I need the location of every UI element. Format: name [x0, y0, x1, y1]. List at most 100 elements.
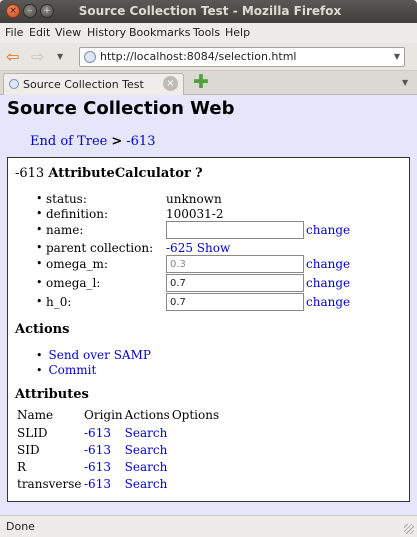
url-bar[interactable]: http://localhost:8084/selection.html ▼ — [79, 47, 405, 67]
row-search-link[interactable]: Search — [125, 460, 168, 474]
attr-omega-l: • omega_l: change — [36, 274, 406, 294]
col-options-header: Options — [171, 408, 220, 422]
tab-globe-icon — [9, 79, 19, 89]
menu-file[interactable]: File — [5, 26, 23, 39]
minimize-window-button[interactable]: – — [23, 4, 37, 18]
url-dropdown-icon[interactable]: ▼ — [394, 52, 400, 61]
page-title: Source Collection Web — [7, 98, 235, 119]
menu-history[interactable]: History — [87, 26, 126, 39]
attr-key: omega_m: — [46, 257, 108, 271]
page-content: Source Collection Web End of Tree > -613 -… — [0, 95, 417, 515]
change-h0-link[interactable]: change — [306, 295, 350, 309]
maximize-window-button[interactable]: + — [40, 4, 54, 18]
row-origin-link[interactable]: -613 — [84, 443, 111, 457]
menu-help[interactable]: Help — [225, 26, 250, 39]
table-row: R -613 Search — [17, 458, 221, 475]
menu-bar: File Edit View History Bookmarks Tools H… — [0, 23, 417, 43]
bullet: • — [36, 349, 43, 362]
change-name-link[interactable]: change — [306, 223, 350, 237]
attr-key: definition: — [46, 207, 109, 221]
row-options — [172, 441, 221, 458]
bullet: • — [36, 223, 43, 236]
breadcrumb-separator: > — [111, 134, 123, 149]
tab-bar: Source Collection Test × ✚ ▼ — [0, 71, 417, 95]
row-name: R — [17, 459, 27, 474]
row-name: transverse — [17, 476, 82, 491]
attr-omega-m: • omega_m: change — [36, 255, 406, 275]
col-actions-header: Actions — [124, 408, 170, 422]
row-name: SLID — [17, 425, 48, 440]
action-item: • Commit — [36, 363, 96, 377]
row-search-link[interactable]: Search — [125, 443, 168, 457]
attr-key: status: — [46, 192, 87, 206]
new-tab-plus-icon[interactable]: ✚ — [193, 72, 209, 92]
row-name: SID — [17, 442, 40, 457]
resize-grip-icon[interactable] — [404, 524, 414, 534]
show-parent-link[interactable]: Show — [197, 241, 230, 255]
menu-edit[interactable]: Edit — [29, 26, 50, 39]
navigation-toolbar: ⇦ ⇨ ▼ http://localhost:8084/selection.ht… — [0, 43, 417, 71]
row-origin-link[interactable]: -613 — [84, 477, 111, 491]
attr-value: unknown — [166, 192, 222, 206]
row-search-link[interactable]: Search — [125, 426, 168, 440]
node-heading: -613 AttributeCalculator ? — [15, 166, 203, 181]
row-options — [172, 475, 221, 492]
change-omega-m-link[interactable]: change — [306, 257, 350, 271]
commit-link[interactable]: Commit — [49, 363, 97, 377]
bullet: • — [36, 241, 43, 254]
attr-key: omega_l: — [46, 276, 101, 290]
table-header-row: Name Origin Actions Options — [17, 408, 221, 424]
omega-m-input[interactable] — [166, 255, 304, 273]
site-globe-icon — [84, 51, 96, 63]
change-omega-l-link[interactable]: change — [306, 276, 350, 290]
node-help-icon[interactable]: ? — [195, 166, 203, 181]
bullet: • — [36, 192, 43, 205]
row-options — [172, 458, 221, 475]
actions-heading: Actions — [15, 322, 70, 337]
row-origin-link[interactable]: -613 — [84, 460, 111, 474]
bullet: • — [36, 295, 43, 308]
menu-tools[interactable]: Tools — [193, 26, 220, 39]
back-arrow-icon[interactable]: ⇦ — [6, 49, 19, 65]
attributes-heading: Attributes — [15, 387, 89, 402]
menu-view[interactable]: View — [55, 26, 81, 39]
url-text[interactable]: http://localhost:8084/selection.html — [100, 50, 296, 63]
attr-key: h_0: — [46, 295, 72, 309]
window-title: Source Collection Test - Mozilla Firefox — [78, 4, 342, 18]
table-row: SLID -613 Search — [17, 424, 221, 441]
h0-input[interactable] — [166, 293, 304, 311]
history-dropdown-icon[interactable]: ▼ — [57, 52, 63, 61]
name-input[interactable] — [166, 221, 304, 239]
forward-arrow-icon[interactable]: ⇨ — [31, 49, 44, 65]
parent-collection-value: -625 Show — [166, 241, 230, 255]
table-row: transverse -613 Search — [17, 475, 221, 492]
attributes-table: Name Origin Actions Options SLID -613 Se… — [17, 408, 221, 492]
browser-window: × – + Source Collection Test - Mozilla F… — [0, 0, 417, 537]
row-search-link[interactable]: Search — [125, 477, 168, 491]
row-options — [172, 424, 221, 441]
col-origin-header: Origin — [84, 408, 123, 422]
attr-key: parent collection: — [46, 241, 154, 255]
row-origin-link[interactable]: -613 — [84, 426, 111, 440]
status-text: Done — [6, 520, 35, 533]
tab-close-icon[interactable]: × — [163, 76, 178, 91]
bullet: • — [36, 276, 43, 289]
attr-value: 100031-2 — [166, 207, 224, 221]
bullet: • — [36, 364, 43, 377]
parent-collection-id-link[interactable]: -625 — [166, 241, 193, 255]
attr-h0: • h_0: change — [36, 293, 406, 313]
bullet: • — [36, 257, 43, 270]
tab-source-collection-test[interactable]: Source Collection Test × — [3, 73, 184, 95]
breadcrumb-end-of-tree-link[interactable]: End of Tree — [30, 134, 107, 149]
status-bar: Done — [0, 515, 417, 537]
title-bar: × – + Source Collection Test - Mozilla F… — [0, 0, 417, 23]
send-over-samp-link[interactable]: Send over SAMP — [49, 348, 151, 362]
close-window-button[interactable]: × — [6, 4, 20, 18]
omega-l-input[interactable] — [166, 274, 304, 292]
tab-list-dropdown-icon[interactable]: ▼ — [402, 78, 408, 87]
menu-bookmarks[interactable]: Bookmarks — [129, 26, 190, 39]
col-name-header: Name — [17, 408, 54, 422]
breadcrumb: End of Tree > -613 — [30, 134, 155, 149]
breadcrumb-current-link[interactable]: -613 — [126, 134, 155, 149]
node-panel: -613 AttributeCalculator ? • status: unk… — [7, 157, 410, 502]
